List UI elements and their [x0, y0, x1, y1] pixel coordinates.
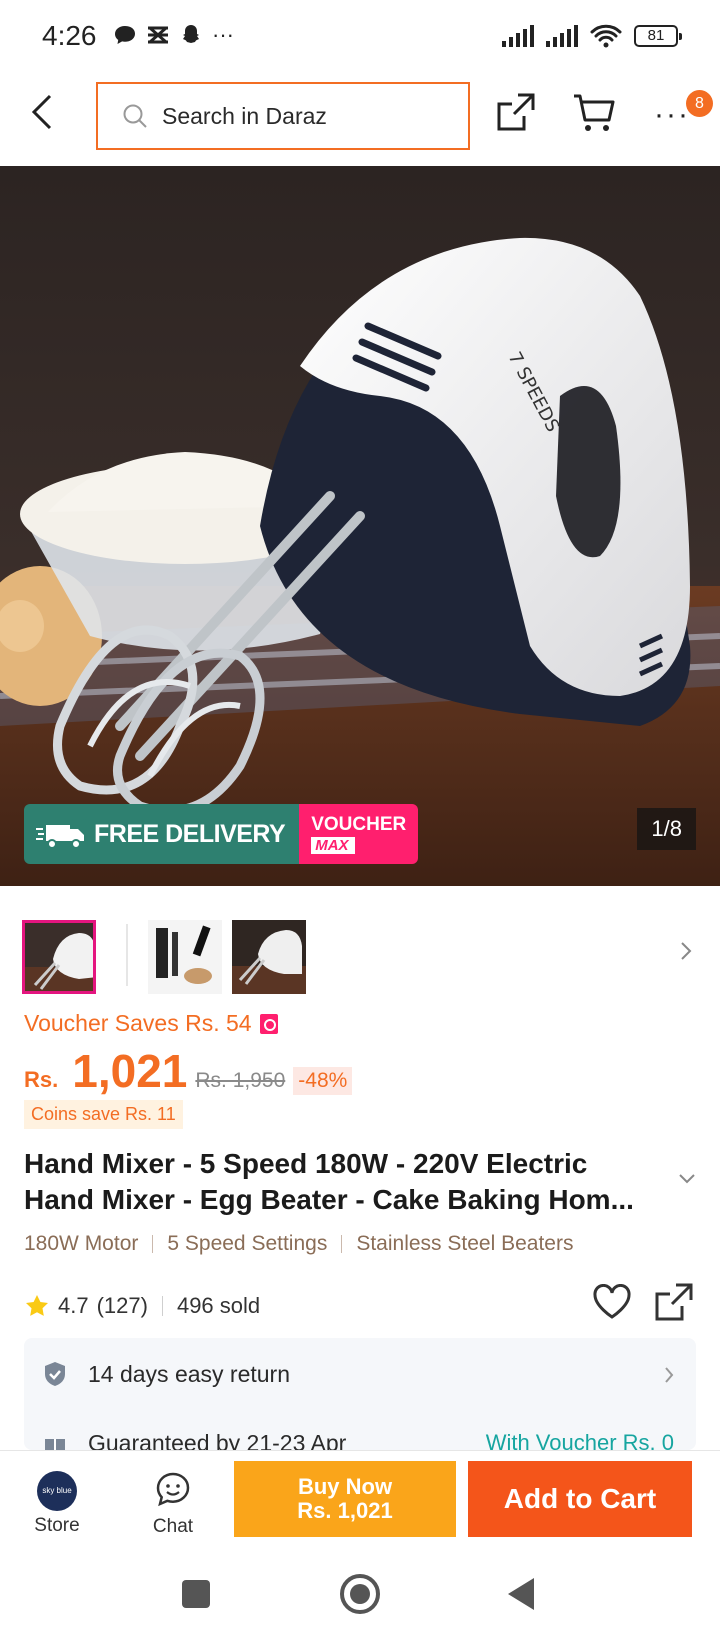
product-image-carousel[interactable]: 7 SPEEDS FREE FREE DELIVERY VOUCHER MAX … — [0, 166, 720, 886]
voucher-saves-line[interactable]: Voucher Saves Rs. 54 — [24, 1010, 278, 1037]
return-policy-chevron — [664, 1364, 674, 1390]
battery-icon: 81 — [634, 25, 682, 47]
notification-icons: ··· — [114, 24, 234, 46]
gift-icon — [45, 1438, 65, 1450]
chat-label: Chat — [152, 1516, 194, 1537]
wishlist-button[interactable] — [592, 1284, 632, 1325]
rating-value: 4.7 — [58, 1293, 89, 1318]
voucher-saves-text: Voucher Saves Rs. 54 — [24, 1010, 252, 1036]
recent-apps-button[interactable] — [182, 1580, 210, 1608]
store-button[interactable]: sky blue Store — [20, 1471, 94, 1537]
review-count: (127) — [96, 1293, 148, 1318]
thumbnail-frother-image — [148, 920, 222, 994]
star-icon — [26, 1295, 48, 1316]
feature-divider — [152, 1235, 154, 1253]
chat-button[interactable]: Chat — [136, 1471, 210, 1538]
max-text: MAX — [311, 836, 356, 854]
free-tag: FREE — [70, 810, 105, 825]
product-title[interactable]: Hand Mixer - 5 Speed 180W - 220V Electri… — [24, 1146, 654, 1218]
chevron-down-icon — [679, 1174, 695, 1184]
original-price: Rs. 1,950 — [195, 1069, 286, 1092]
thumbnail-3[interactable] — [232, 920, 306, 994]
chevron-left-icon — [31, 94, 52, 130]
bottom-action-bar: sky blue Store Chat Buy Now Rs. 1,021 Ad… — [0, 1450, 720, 1554]
delivery-guarantee-text: Guaranteed by 21-23 Apr — [88, 1430, 347, 1450]
thumbnail-divider — [126, 924, 128, 986]
hand-mixer-photo: 7 SPEEDS — [0, 237, 720, 886]
home-button[interactable] — [340, 1574, 380, 1614]
feature-item: Stainless Steel Beaters — [356, 1232, 574, 1255]
chevron-right-icon — [681, 942, 692, 960]
feature-highlights: 180W Motor 5 Speed Settings Stainless St… — [24, 1232, 573, 1256]
return-policy-text: 14 days easy return — [88, 1360, 291, 1387]
search-input[interactable]: Search in Daraz — [96, 82, 470, 150]
thumbnail-strip — [22, 918, 698, 998]
system-back-button[interactable] — [508, 1578, 534, 1610]
feature-divider — [341, 1235, 343, 1253]
status-right: 81 — [502, 24, 682, 48]
share-icon — [497, 93, 535, 131]
cart-button[interactable] — [572, 92, 616, 139]
sold-count: 496 sold — [176, 1293, 261, 1318]
store-label: Store — [34, 1515, 80, 1536]
discount-badge: -48% — [293, 1067, 353, 1095]
shield-check-icon — [45, 1362, 65, 1386]
notification-badge: 8 — [686, 90, 713, 117]
promo-banner: FREE FREE DELIVERY VOUCHER MAX — [24, 804, 419, 864]
search-placeholder: Search in Daraz — [162, 102, 327, 129]
app-x-icon — [148, 26, 168, 44]
chevron-right-icon — [665, 1367, 674, 1383]
voucher-text: VOUCHER — [311, 813, 407, 835]
product-share-button[interactable] — [654, 1282, 694, 1327]
back-button[interactable] — [30, 92, 70, 152]
signal-icon — [502, 25, 534, 47]
buy-now-price: Rs. 1,021 — [297, 1498, 393, 1523]
return-policy-row[interactable]: 14 days easy return — [42, 1360, 290, 1388]
add-to-cart-button[interactable]: Add to Cart — [468, 1461, 692, 1537]
system-nav-bar — [0, 1554, 720, 1640]
thumbnails-next-button[interactable] — [680, 940, 692, 968]
thumbnail-mixer-image — [25, 923, 93, 991]
free-delivery-text: FREE DELIVERY — [94, 819, 286, 848]
store-logo: sky blue — [37, 1471, 77, 1511]
current-price: 1,021 — [72, 1045, 188, 1097]
signal-icon-2 — [546, 25, 578, 47]
share-icon — [655, 1283, 693, 1321]
free-delivery-badge: FREE FREE DELIVERY — [24, 804, 300, 864]
snapchat-icon — [183, 25, 199, 43]
search-icon — [123, 104, 147, 128]
more-notifications: ··· — [212, 22, 234, 47]
price-row: Rs. 1,021 Rs. 1,950 -48% — [24, 1044, 353, 1098]
heart-icon — [593, 1284, 631, 1319]
cart-icon — [574, 94, 615, 131]
more-button[interactable]: ··· — [654, 98, 690, 132]
thumbnail-2[interactable] — [148, 920, 222, 994]
voucher-max-badge: VOUCHER MAX — [299, 804, 419, 864]
services-card[interactable]: 14 days easy return Guaranteed by 21-23 … — [24, 1338, 696, 1450]
thumbnail-1[interactable] — [22, 920, 96, 994]
thumbnail-mixer-image-2 — [232, 920, 306, 994]
voucher-icon — [259, 1013, 278, 1034]
expand-title-button[interactable] — [678, 1172, 696, 1190]
buy-now-button[interactable]: Buy Now Rs. 1,021 — [234, 1461, 456, 1537]
wifi-icon — [590, 24, 622, 48]
image-counter: 1/8 — [637, 808, 696, 850]
feature-item: 180W Motor — [24, 1232, 139, 1255]
chat-bubble-icon — [115, 26, 135, 44]
status-time: 4:26 — [42, 20, 97, 51]
voucher-delivery-text[interactable]: With Voucher Rs. 0 — [486, 1430, 674, 1450]
delivery-guarantee-row[interactable]: Guaranteed by 21-23 Apr — [42, 1430, 346, 1450]
top-header: Search in Daraz ··· 8 — [0, 78, 720, 166]
price-currency: Rs. — [24, 1067, 59, 1092]
status-bar: 4:26 ··· 81 — [0, 0, 720, 78]
coins-save-badge: Coins save Rs. 11 — [24, 1100, 183, 1129]
share-button[interactable] — [496, 92, 536, 137]
buy-now-label: Buy Now — [297, 1474, 393, 1499]
rating-divider — [161, 1296, 163, 1316]
feature-item: 5 Speed Settings — [167, 1232, 328, 1255]
chat-icon — [156, 1472, 190, 1507]
